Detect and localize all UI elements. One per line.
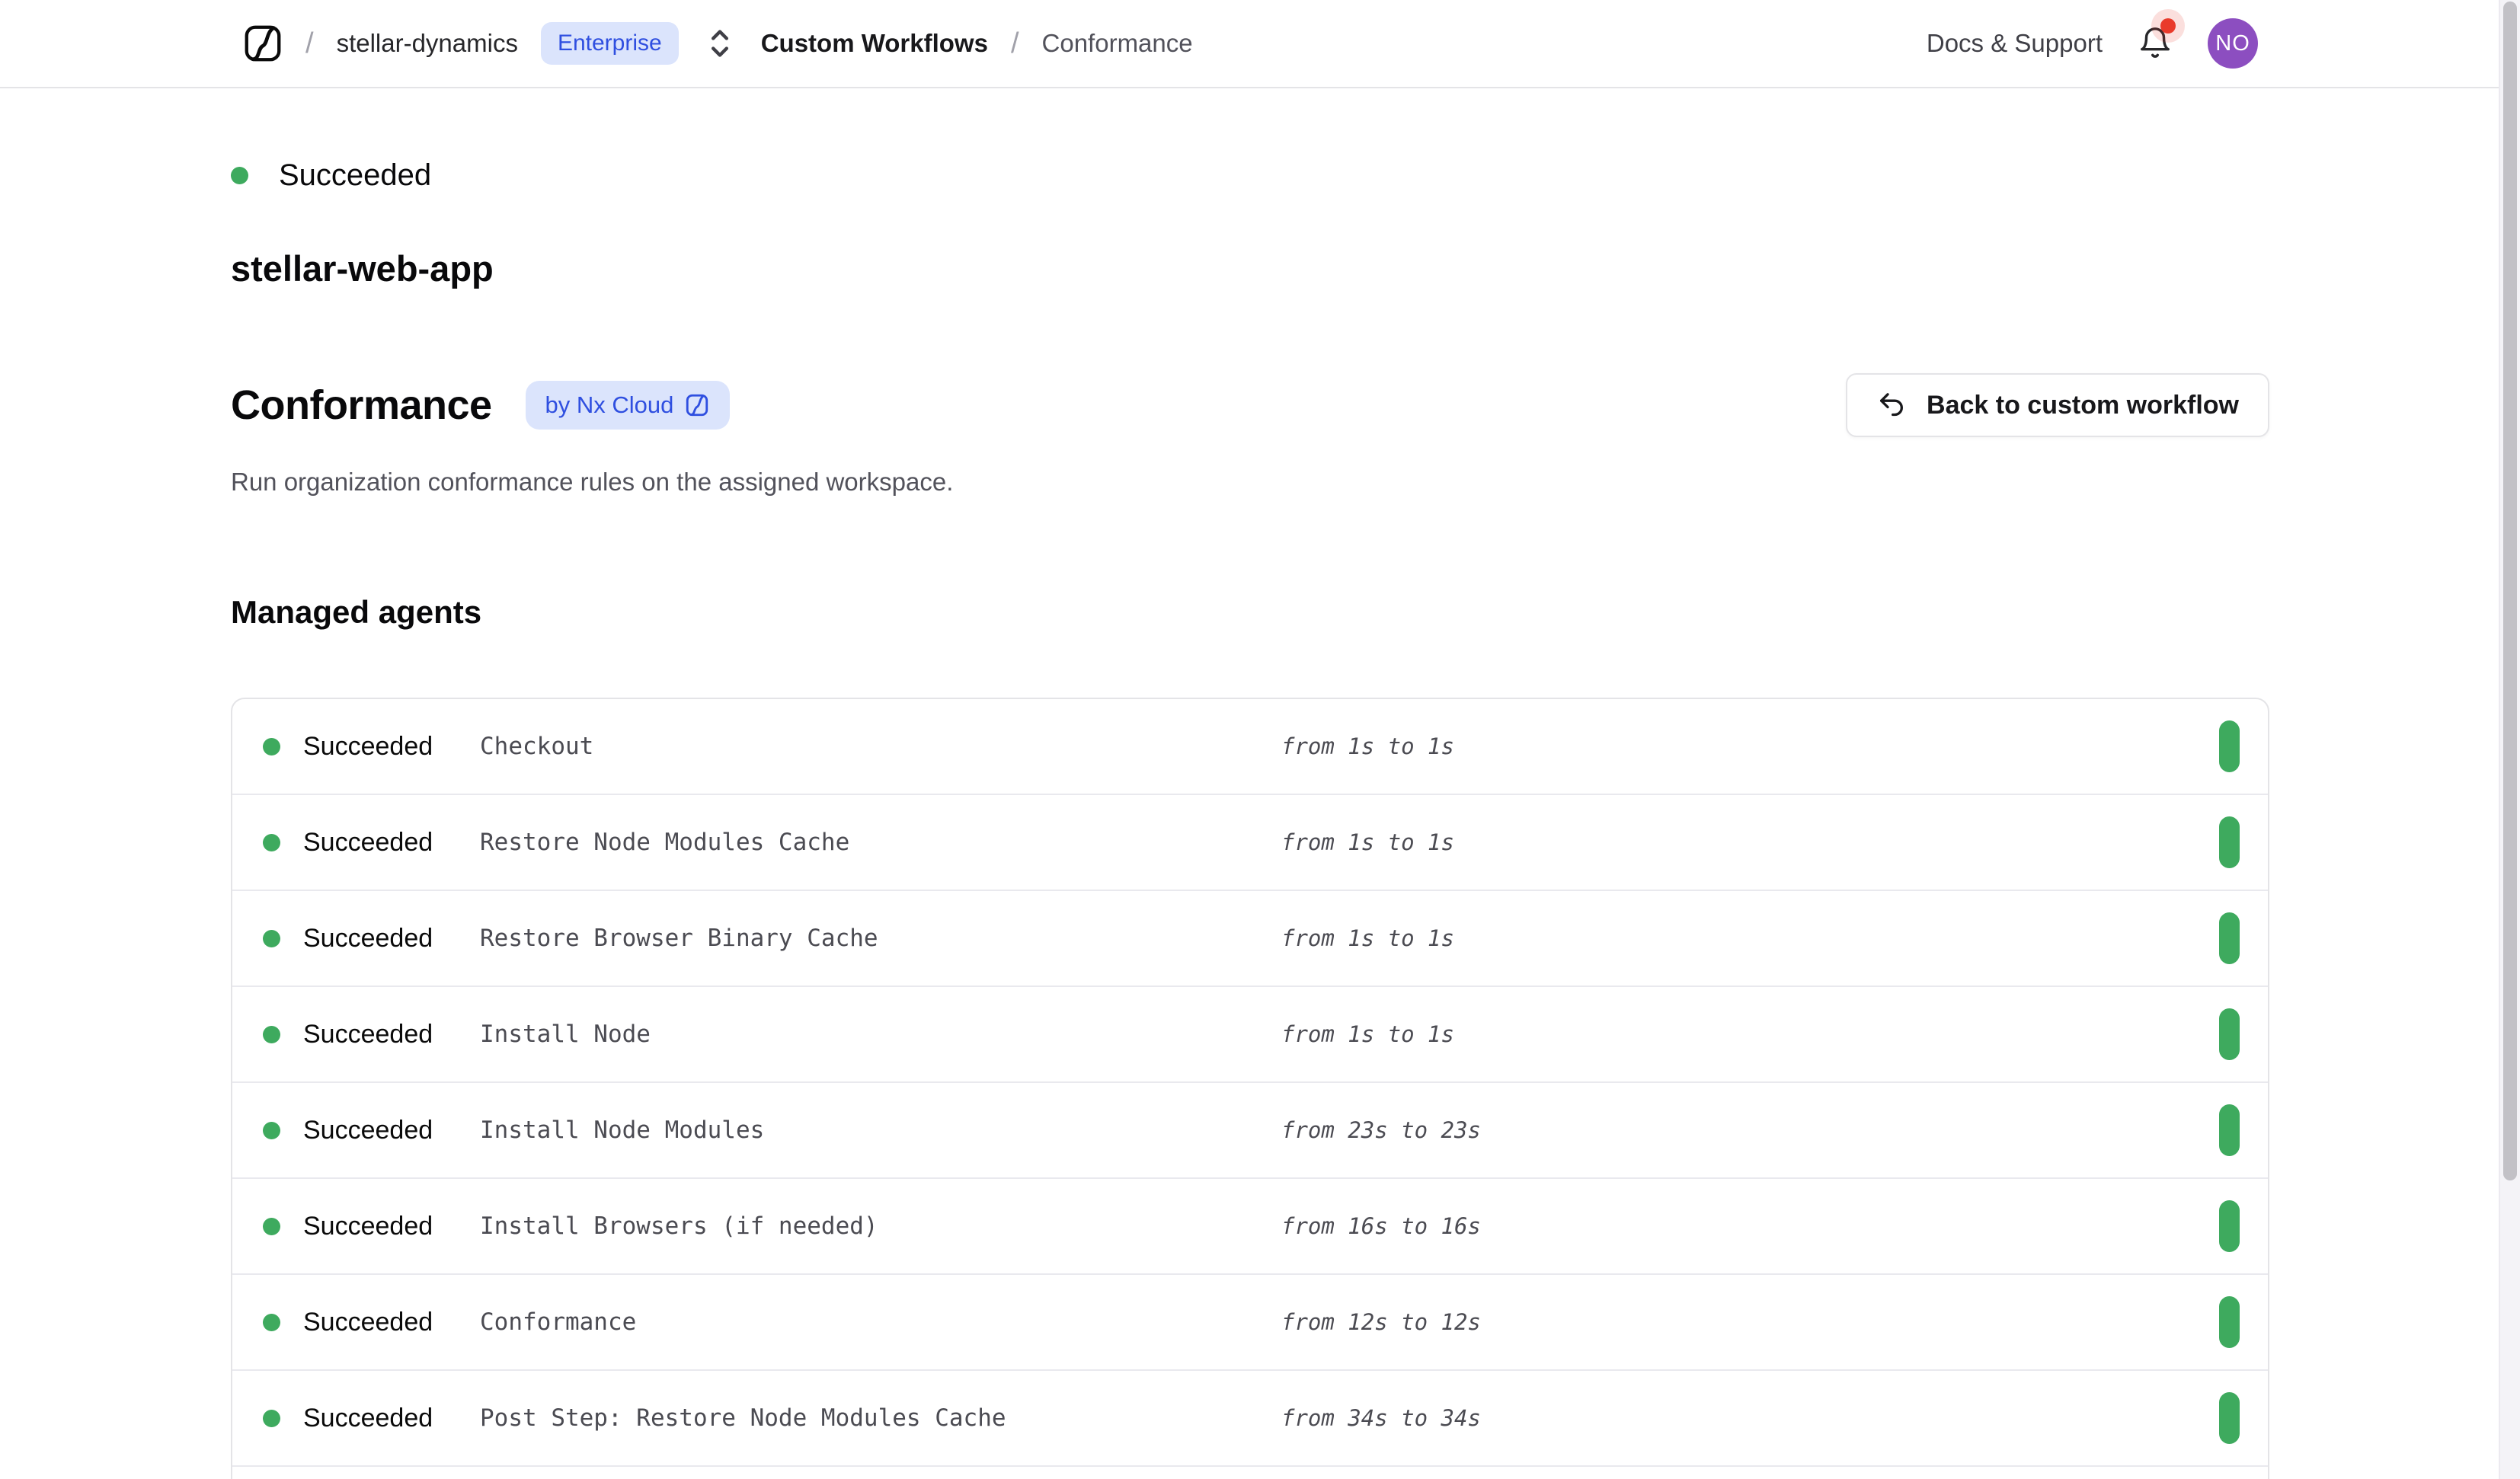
step-name: Checkout [480, 733, 1281, 760]
provider-badge[interactable]: by Nx Cloud [526, 381, 731, 430]
step-duration: from 1s to 1s [1281, 733, 1454, 759]
step-progress-bar [2219, 1392, 2240, 1444]
main-content: Succeeded stellar-web-app Conformance by… [231, 158, 2269, 1479]
step-status-label: Succeeded [303, 1404, 433, 1433]
step-progress-bar [2219, 1104, 2240, 1156]
success-dot-icon [263, 834, 280, 851]
agent-step-row[interactable]: Succeeded Post Step: Restore Node Module… [232, 1371, 2268, 1467]
step-progress-bar [2219, 1008, 2240, 1060]
agent-step-row[interactable]: Succeeded Install Node from 1s to 1s [232, 987, 2268, 1083]
notifications-bell-icon[interactable] [2138, 26, 2173, 61]
page-title: Conformance [231, 382, 492, 429]
step-duration: from 12s to 12s [1281, 1309, 1481, 1335]
managed-agents-panel: Succeeded Checkout from 1s to 1s Succeed… [231, 698, 2269, 1479]
step-status-label: Succeeded [303, 732, 433, 762]
step-name: Restore Node Modules Cache [480, 829, 1281, 856]
breadcrumb-org[interactable]: stellar-dynamics [337, 29, 518, 58]
breadcrumb-separator: / [1011, 27, 1019, 60]
page-scrollbar[interactable] [2499, 0, 2520, 1479]
nx-cloud-small-icon [684, 392, 710, 418]
step-duration: from 1s to 1s [1281, 925, 1454, 951]
step-status-label: Succeeded [303, 1020, 433, 1049]
workspace-title: stellar-web-app [231, 248, 2269, 289]
step-status: Succeeded [263, 828, 480, 858]
org-switcher-chevron-icon[interactable] [706, 27, 734, 60]
workflow-header: Conformance by Nx Cloud Back to custom w… [231, 373, 2269, 437]
agent-step-row[interactable]: Succeeded Restore Browser Binary Cache f… [232, 891, 2268, 987]
run-status: Succeeded [231, 158, 2269, 193]
user-avatar[interactable]: NO [2208, 18, 2258, 69]
workflow-description: Run organization conformance rules on th… [231, 468, 2269, 497]
step-duration: from 23s to 23s [1281, 1117, 1481, 1143]
success-dot-icon [263, 930, 280, 947]
step-status: Succeeded [263, 1020, 480, 1049]
step-duration: from 1s to 1s [1281, 829, 1454, 855]
success-dot-icon [263, 1122, 280, 1139]
agent-step-row[interactable]: Succeeded Post Step: Restore Browser Bin… [232, 1467, 2268, 1479]
agent-step-row[interactable]: Succeeded Conformance from 12s to 12s [232, 1275, 2268, 1371]
step-status: Succeeded [263, 1308, 480, 1337]
step-status: Succeeded [263, 1212, 480, 1241]
success-dot-icon [231, 167, 248, 184]
success-dot-icon [263, 1218, 280, 1235]
step-name: Conformance [480, 1308, 1281, 1336]
step-status-label: Succeeded [303, 1116, 433, 1145]
success-dot-icon [263, 1410, 280, 1427]
top-navigation-bar: / stellar-dynamics Enterprise Custom Wor… [0, 0, 2520, 88]
step-name: Restore Browser Binary Cache [480, 925, 1281, 952]
step-name: Install Node Modules [480, 1116, 1281, 1144]
step-status: Succeeded [263, 1404, 480, 1433]
back-to-custom-workflow-button[interactable]: Back to custom workflow [1846, 373, 2269, 437]
success-dot-icon [263, 1314, 280, 1331]
step-status: Succeeded [263, 924, 480, 954]
step-progress-bar [2219, 720, 2240, 772]
step-status-label: Succeeded [303, 828, 433, 858]
back-button-label: Back to custom workflow [1927, 391, 2239, 420]
breadcrumb-separator: / [305, 27, 314, 60]
step-status: Succeeded [263, 1116, 480, 1145]
breadcrumb: / stellar-dynamics Enterprise Custom Wor… [243, 22, 1193, 65]
managed-agents-title: Managed agents [231, 594, 2269, 631]
step-progress-bar [2219, 1296, 2240, 1348]
step-status-label: Succeeded [303, 1212, 433, 1241]
success-dot-icon [263, 1026, 280, 1043]
step-name: Post Step: Restore Node Modules Cache [480, 1404, 1281, 1432]
step-duration: from 1s to 1s [1281, 1021, 1454, 1047]
header-actions: Docs & Support NO [1927, 18, 2258, 69]
notification-dot [2160, 18, 2176, 34]
undo-arrow-icon [1876, 390, 1907, 420]
step-name: Install Node [480, 1021, 1281, 1048]
step-status-label: Succeeded [303, 924, 433, 954]
step-progress-bar [2219, 1200, 2240, 1252]
provider-badge-label: by Nx Cloud [545, 391, 674, 419]
step-name: Install Browsers (if needed) [480, 1212, 1281, 1240]
step-progress-bar [2219, 816, 2240, 868]
nx-cloud-logo-icon[interactable] [243, 24, 283, 63]
agent-step-row[interactable]: Succeeded Checkout from 1s to 1s [232, 699, 2268, 795]
scrollbar-thumb[interactable] [2503, 2, 2517, 1180]
agent-step-row[interactable]: Succeeded Install Browsers (if needed) f… [232, 1179, 2268, 1275]
step-duration: from 34s to 34s [1281, 1405, 1481, 1431]
step-progress-bar [2219, 912, 2240, 964]
agent-step-row[interactable]: Succeeded Install Node Modules from 23s … [232, 1083, 2268, 1179]
breadcrumb-page: Conformance [1042, 29, 1193, 58]
agent-step-row[interactable]: Succeeded Restore Node Modules Cache fro… [232, 795, 2268, 891]
step-duration: from 16s to 16s [1281, 1213, 1481, 1239]
step-status-label: Succeeded [303, 1308, 433, 1337]
run-status-label: Succeeded [279, 158, 431, 193]
breadcrumb-section[interactable]: Custom Workflows [761, 29, 988, 58]
plan-badge: Enterprise [541, 22, 679, 65]
docs-support-link[interactable]: Docs & Support [1927, 29, 2103, 58]
success-dot-icon [263, 738, 280, 755]
step-status: Succeeded [263, 732, 480, 762]
